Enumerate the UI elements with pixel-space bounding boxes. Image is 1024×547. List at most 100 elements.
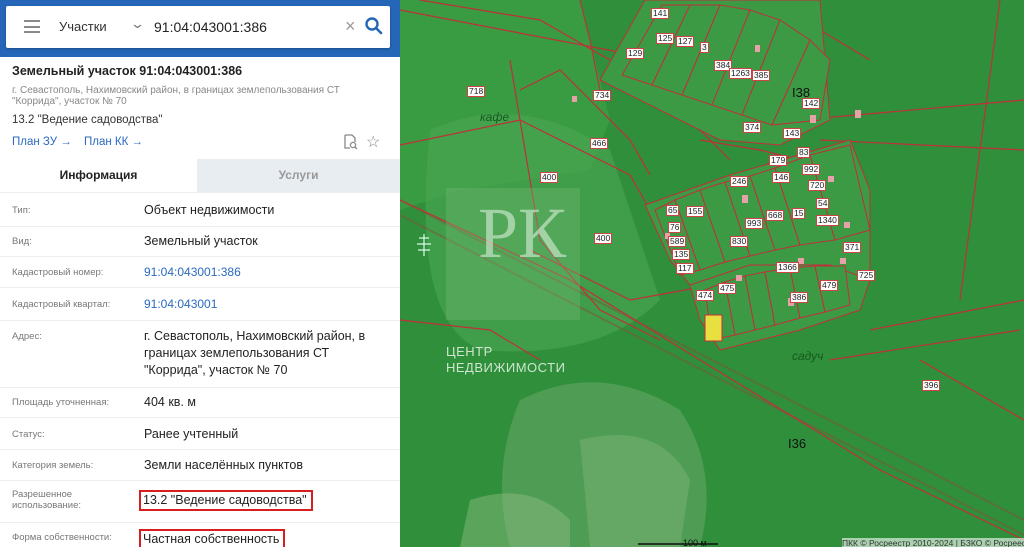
cadastral-map[interactable]: РК ЦЕНТР НЕДВИЖИМОСТИ 718 734 466 400 40… (400, 0, 1024, 547)
parcel-address-short: г. Севастополь, Нахимовский район, в гра… (12, 85, 340, 107)
search-icon[interactable] (364, 16, 384, 36)
map-parcel-label[interactable]: 117 (676, 263, 694, 274)
map-parcel-label[interactable]: 371 (843, 242, 862, 253)
copyright-text: ПКК © Росреестр 2010-2024 | БЗКО © Росре… (842, 538, 1024, 547)
map-parcel-label[interactable]: 129 (626, 48, 645, 59)
map-parcel-label[interactable]: 65 (666, 205, 680, 216)
map-parcel-label[interactable]: 396 (922, 380, 941, 391)
map-parcel-label[interactable]: 146 (772, 172, 791, 183)
map-parcel-label[interactable]: 474 (696, 290, 715, 301)
info-row-type: Тип: Объект недвижимости (0, 192, 400, 226)
map-parcel-label[interactable]: 141 (651, 8, 670, 19)
map-parcel-label[interactable]: 374 (743, 122, 762, 133)
row-label: Площадь уточненная: (12, 397, 110, 408)
row-label: Кадастровый номер: (12, 267, 104, 278)
map-parcel-label[interactable]: 142 (802, 98, 821, 109)
row-label: Тип: (12, 205, 31, 216)
star-icon[interactable]: ☆ (366, 132, 380, 152)
map-parcel-label[interactable]: 127 (676, 36, 695, 47)
map-parcel-label[interactable]: 668 (766, 210, 785, 221)
row-value: г. Севастополь, Нахимовский район, в гра… (144, 329, 366, 377)
parcel-title: Земельный участок 91:04:043001:386 (12, 64, 243, 78)
info-panel: Участки ⌄ × Земельный участок 91:04:0430… (0, 0, 400, 547)
selected-parcel[interactable] (704, 314, 723, 342)
parcel-use-summary: 13.2 "Ведение садоводства" (12, 114, 163, 126)
map-area-label: садуч (792, 349, 824, 363)
map-parcel-label[interactable]: 720 (808, 180, 827, 191)
map-parcel-label[interactable]: 993 (745, 218, 764, 229)
map-parcel-label[interactable]: 992 (802, 164, 821, 175)
row-label: Разрешенное использование: (12, 489, 82, 511)
map-parcel-label[interactable]: 400 (594, 233, 613, 244)
info-row-cadastral-quarter: Кадастровый квартал: 91:04:043001 (0, 287, 400, 320)
row-label: Категория земель: (12, 460, 94, 471)
document-search-icon[interactable] (343, 134, 358, 150)
cadastral-quarter-link[interactable]: 91:04:043001 (144, 296, 217, 313)
search-bar: Участки ⌄ × (0, 0, 400, 57)
row-value: Земельный участок (144, 234, 258, 248)
map-parcel-label[interactable]: 125 (656, 33, 675, 44)
row-value: Частная собственность (139, 529, 286, 547)
info-row-permitted-use: Разрешенное использование: 13.2 "Ведение… (0, 480, 400, 522)
search-category-select[interactable]: Участки (59, 19, 107, 34)
map-parcel-label[interactable]: 479 (820, 280, 839, 291)
info-row-kind: Вид: Земельный участок (0, 226, 400, 256)
plan-zu-link[interactable]: План ЗУ → (12, 136, 72, 148)
menu-icon[interactable] (24, 20, 40, 33)
info-row-cadastral-number: Кадастровый номер: 91:04:043001:386 (0, 256, 400, 287)
row-label: Кадастровый квартал: (12, 299, 111, 310)
map-parcel-label[interactable]: 54 (816, 198, 830, 209)
map-parcel-label[interactable]: 589 (668, 236, 687, 247)
map-parcel-label[interactable]: 3 (700, 42, 709, 53)
row-label: Адрес: (12, 331, 42, 342)
map-parcel-label[interactable]: 475 (718, 283, 737, 294)
map-parcel-label[interactable]: 15 (792, 208, 806, 219)
map-parcel-label[interactable]: 1263 (729, 68, 752, 79)
row-value: 404 кв. м (144, 395, 196, 409)
info-row-ownership: Форма собственности: Частная собственнос… (0, 522, 400, 547)
row-value: Объект недвижимости (144, 203, 275, 217)
close-icon[interactable]: × (345, 16, 356, 36)
map-parcel-label[interactable]: 83 (797, 147, 811, 158)
row-label: Форма собственности: (12, 532, 112, 543)
map-parcel-label[interactable]: 466 (590, 138, 609, 149)
map-parcel-label[interactable]: 718 (467, 86, 486, 97)
map-parcel-label[interactable]: 143 (783, 128, 802, 139)
row-value: Ранее учтенный (144, 427, 239, 441)
map-parcel-label[interactable]: 135 (672, 249, 691, 260)
map-parcel-label[interactable]: 155 (686, 206, 705, 217)
map-parcel-label[interactable]: 734 (593, 90, 612, 101)
watermark-text-2: НЕДВИЖИМОСТИ (446, 360, 566, 375)
watermark-letters: РК (478, 193, 567, 273)
row-value: Земли населённых пунктов (144, 458, 303, 472)
map-area-label: кафе (480, 110, 510, 124)
info-row-land-category: Категория земель: Земли населённых пункт… (0, 449, 400, 480)
plan-kk-link[interactable]: План КК → (84, 136, 143, 148)
tab-services[interactable]: Услуги (197, 159, 400, 192)
info-row-area: Площадь уточненная: 404 кв. м (0, 387, 400, 417)
row-label: Вид: (12, 236, 32, 247)
map-parcel-label[interactable]: 179 (769, 155, 788, 166)
map-parcel-label[interactable]: 1340 (816, 215, 839, 226)
cadastral-number-link[interactable]: 91:04:043001:386 (144, 264, 241, 281)
map-parcel-label[interactable]: 725 (857, 270, 876, 281)
tab-bar: Информация Услуги (0, 159, 400, 192)
map-parcel-label[interactable]: 246 (730, 176, 749, 187)
row-label: Статус: (12, 429, 45, 440)
tab-information[interactable]: Информация (0, 159, 197, 192)
scale-label: 100 м (683, 538, 707, 547)
map-parcel-label[interactable]: 76 (668, 222, 682, 233)
info-row-address: Адрес: г. Севастополь, Нахимовский район… (0, 320, 400, 387)
map-parcel-label[interactable]: 385 (752, 70, 771, 81)
row-value: 13.2 "Ведение садоводства" (139, 490, 313, 511)
chevron-down-icon[interactable]: ⌄ (130, 16, 145, 32)
search-box: Участки ⌄ × (6, 6, 390, 48)
search-input[interactable] (154, 16, 339, 38)
map-parcel-label[interactable]: 386 (790, 292, 809, 303)
map-parcel-label[interactable]: 400 (540, 172, 559, 183)
map-contour-label: I36 (788, 436, 807, 451)
watermark-text-1: ЦЕНТР (446, 344, 493, 359)
map-parcel-label[interactable]: 1366 (776, 262, 799, 273)
info-row-status: Статус: Ранее учтенный (0, 417, 400, 449)
map-parcel-label[interactable]: 830 (730, 236, 749, 247)
